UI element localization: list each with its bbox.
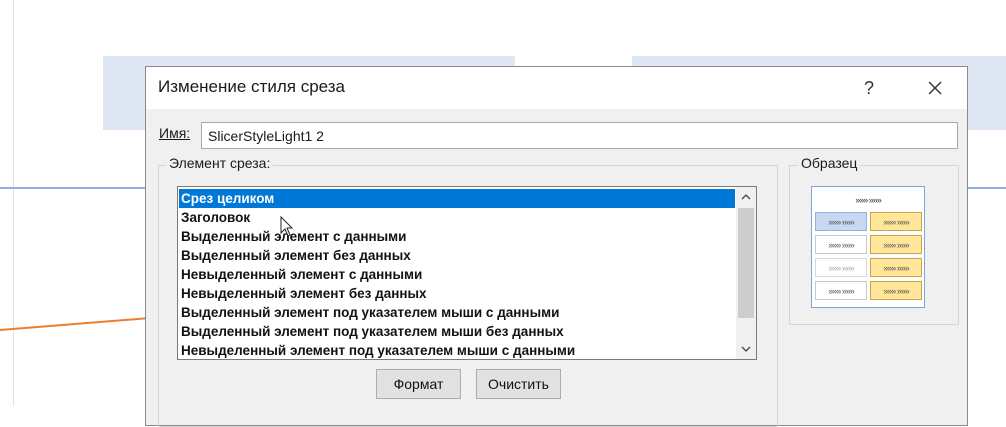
slicer-element-list[interactable]: Срез целиком Заголовок Выделенный элемент … bbox=[177, 186, 757, 360]
sample-cell: »»» »»» bbox=[870, 281, 922, 300]
dialog-titlebar: Изменение стиля среза ? bbox=[146, 67, 967, 109]
list-item[interactable]: Выделенный элемент под указателем мыши с… bbox=[179, 303, 735, 322]
sample-cell: »»» »»» bbox=[815, 235, 867, 254]
scroll-thumb[interactable] bbox=[738, 208, 754, 318]
mouse-cursor-icon bbox=[280, 216, 294, 237]
dialog-title: Изменение стиля среза bbox=[158, 77, 345, 96]
chevron-down-icon bbox=[741, 346, 751, 352]
sample-cell: »»» »»» bbox=[815, 212, 867, 231]
sample-label: Образец bbox=[798, 155, 861, 171]
close-icon bbox=[928, 81, 942, 95]
background-chart-line-orange bbox=[0, 317, 150, 331]
close-button[interactable] bbox=[912, 67, 958, 109]
sample-cell: »»» »»» bbox=[870, 235, 922, 254]
list-item[interactable]: Срез целиком bbox=[179, 189, 735, 208]
list-item[interactable]: Заголовок bbox=[179, 208, 735, 227]
sample-cell: »»» »»» bbox=[870, 212, 922, 231]
background-gridline bbox=[13, 0, 14, 406]
sample-header: »»» »»» bbox=[855, 194, 882, 205]
sample-cell: »»» »»» bbox=[815, 281, 867, 300]
slicer-element-items: Срез целиком Заголовок Выделенный элемент … bbox=[179, 189, 735, 359]
format-button[interactable]: Формат bbox=[376, 369, 461, 399]
sample-cell: »»» »»» bbox=[870, 258, 922, 277]
scroll-down-button[interactable] bbox=[736, 339, 756, 359]
slicer-element-label: Элемент среза: bbox=[166, 155, 274, 171]
chevron-up-icon bbox=[741, 194, 751, 200]
sample-preview: »»» »»» »»» »»» »»» »»» »»» »»» »»» »»» … bbox=[811, 186, 925, 308]
clear-button[interactable]: Очистить bbox=[476, 369, 561, 399]
list-item[interactable]: Выделенный элемент с данными bbox=[179, 227, 735, 246]
name-input[interactable] bbox=[201, 122, 958, 149]
name-label: Имя: bbox=[159, 125, 191, 141]
help-button[interactable]: ? bbox=[846, 67, 892, 109]
list-scrollbar[interactable] bbox=[736, 187, 756, 359]
list-item[interactable]: Невыделенный элемент с данными bbox=[179, 265, 735, 284]
list-item[interactable]: Невыделенный элемент под указателем мыши… bbox=[179, 341, 735, 359]
list-item[interactable]: Выделенный элемент без данных bbox=[179, 246, 735, 265]
list-item[interactable]: Невыделенный элемент без данных bbox=[179, 284, 735, 303]
sample-cell: »»» »»» bbox=[815, 258, 867, 277]
list-item[interactable]: Выделенный элемент под указателем мыши б… bbox=[179, 322, 735, 341]
scroll-up-button[interactable] bbox=[736, 187, 756, 207]
